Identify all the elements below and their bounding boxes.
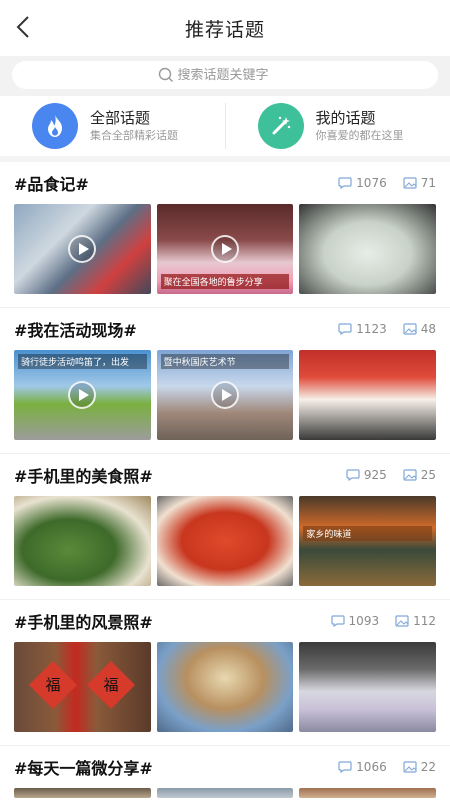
- flame-icon: [32, 103, 78, 149]
- back-button[interactable]: [8, 12, 38, 42]
- magic-wand-icon: [257, 103, 304, 149]
- comment-icon: [338, 323, 352, 335]
- comment-icon: [330, 615, 345, 627]
- topic-thumbnail[interactable]: 暨中秋国庆艺术节: [156, 350, 294, 440]
- topic-stats: 925 25: [346, 468, 436, 482]
- topic-thumbnail[interactable]: [299, 642, 437, 732]
- topic-thumbnail[interactable]: [299, 350, 437, 440]
- topic-card[interactable]: #我在活动现场# 1123 48 骑行徒步活动鸣笛了，出发 暨中秋国庆艺术节: [0, 308, 450, 454]
- my-topics-subtitle: 你喜爱的都在这里: [315, 129, 404, 142]
- topic-card[interactable]: #手机里的风景照# 1093 112 福 福: [0, 600, 450, 746]
- topic-thumbnail[interactable]: [156, 642, 294, 732]
- post-count: 71: [420, 176, 436, 190]
- topic-thumbnail[interactable]: [14, 496, 151, 586]
- topic-title: #每天一篇微分享#: [14, 759, 153, 778]
- topic-thumbnail[interactable]: 福 福: [14, 642, 151, 732]
- thumbnail-caption: 聚在全国各地的鲁步分享: [160, 274, 290, 289]
- image-icon: [403, 469, 417, 481]
- image-icon: [403, 761, 417, 773]
- search-bar: [0, 56, 450, 96]
- topic-stats: 1123 48: [338, 322, 436, 336]
- comment-count: 925: [363, 468, 387, 482]
- topic-title: #品食记#: [14, 175, 89, 194]
- play-icon: [68, 235, 97, 263]
- fu-character-sign: 福: [86, 660, 136, 710]
- post-count: 112: [413, 614, 436, 628]
- post-count: 22: [420, 760, 436, 774]
- topic-thumbnail[interactable]: [156, 496, 294, 586]
- image-icon: [403, 177, 417, 189]
- topic-title: #手机里的风景照#: [14, 613, 153, 632]
- topic-title: #我在活动现场#: [14, 321, 137, 340]
- comment-icon: [346, 469, 360, 481]
- topic-thumbnail[interactable]: [299, 788, 437, 798]
- post-count: 48: [420, 322, 436, 336]
- comment-icon: [338, 177, 352, 189]
- image-icon: [395, 615, 409, 627]
- my-topics-title: 我的话题: [315, 109, 376, 127]
- play-icon: [211, 381, 239, 409]
- topic-card[interactable]: #每天一篇微分享# 1066 22: [0, 746, 450, 798]
- all-topics-entry[interactable]: 全部话题 集合全部精彩话题: [0, 103, 225, 149]
- topic-thumbnail[interactable]: [156, 788, 294, 798]
- search-icon: [158, 67, 173, 82]
- all-topics-title: 全部话题: [90, 109, 151, 127]
- play-icon: [211, 235, 239, 263]
- thumbnail-caption: 暨中秋国庆艺术节: [160, 354, 290, 369]
- comment-count: 1076: [356, 176, 387, 190]
- topic-thumbnail[interactable]: 家乡的味道: [299, 496, 437, 586]
- fu-character-sign: 福: [28, 660, 78, 710]
- image-icon: [403, 323, 417, 335]
- chevron-left-icon: [16, 16, 29, 38]
- search-input[interactable]: [177, 67, 293, 83]
- thumbnail-caption: 家乡的味道: [303, 526, 433, 541]
- topic-thumbnail[interactable]: [299, 204, 437, 294]
- topic-thumbnail[interactable]: 骑行徒步活动鸣笛了，出发: [14, 350, 151, 440]
- comment-count: 1066: [356, 760, 387, 774]
- nav-bar: 推荐话题: [0, 0, 450, 56]
- topic-thumbnail[interactable]: [14, 204, 151, 294]
- comment-icon: [338, 761, 352, 773]
- play-icon: [68, 381, 97, 409]
- comment-count: 1093: [348, 614, 380, 628]
- topic-thumbnail[interactable]: [14, 788, 151, 798]
- topic-title: #手机里的美食照#: [14, 467, 153, 486]
- topic-card[interactable]: #手机里的美食照# 925 25 家乡的味道: [0, 454, 450, 600]
- search-box[interactable]: [12, 61, 438, 89]
- topic-stats: 1076 71: [338, 176, 436, 190]
- my-topics-entry[interactable]: 我的话题 你喜爱的都在这里: [224, 103, 450, 149]
- page-title: 推荐话题: [184, 18, 265, 41]
- post-count: 25: [420, 468, 436, 482]
- topic-stats: 1066 22: [338, 760, 436, 774]
- thumbnail-caption: 骑行徒步活动鸣笛了，出发: [18, 354, 147, 369]
- topic-entries: 全部话题 集合全部精彩话题 我的话题 你喜爱的都在这里: [0, 96, 450, 162]
- all-topics-subtitle: 集合全部精彩话题: [90, 129, 178, 142]
- comment-count: 1123: [356, 322, 387, 336]
- topic-stats: 1093 112: [330, 614, 436, 628]
- topic-thumbnail[interactable]: 聚在全国各地的鲁步分享: [156, 204, 294, 294]
- topic-card[interactable]: #品食记# 1076 71 聚在全国各地的鲁步分享: [0, 162, 450, 308]
